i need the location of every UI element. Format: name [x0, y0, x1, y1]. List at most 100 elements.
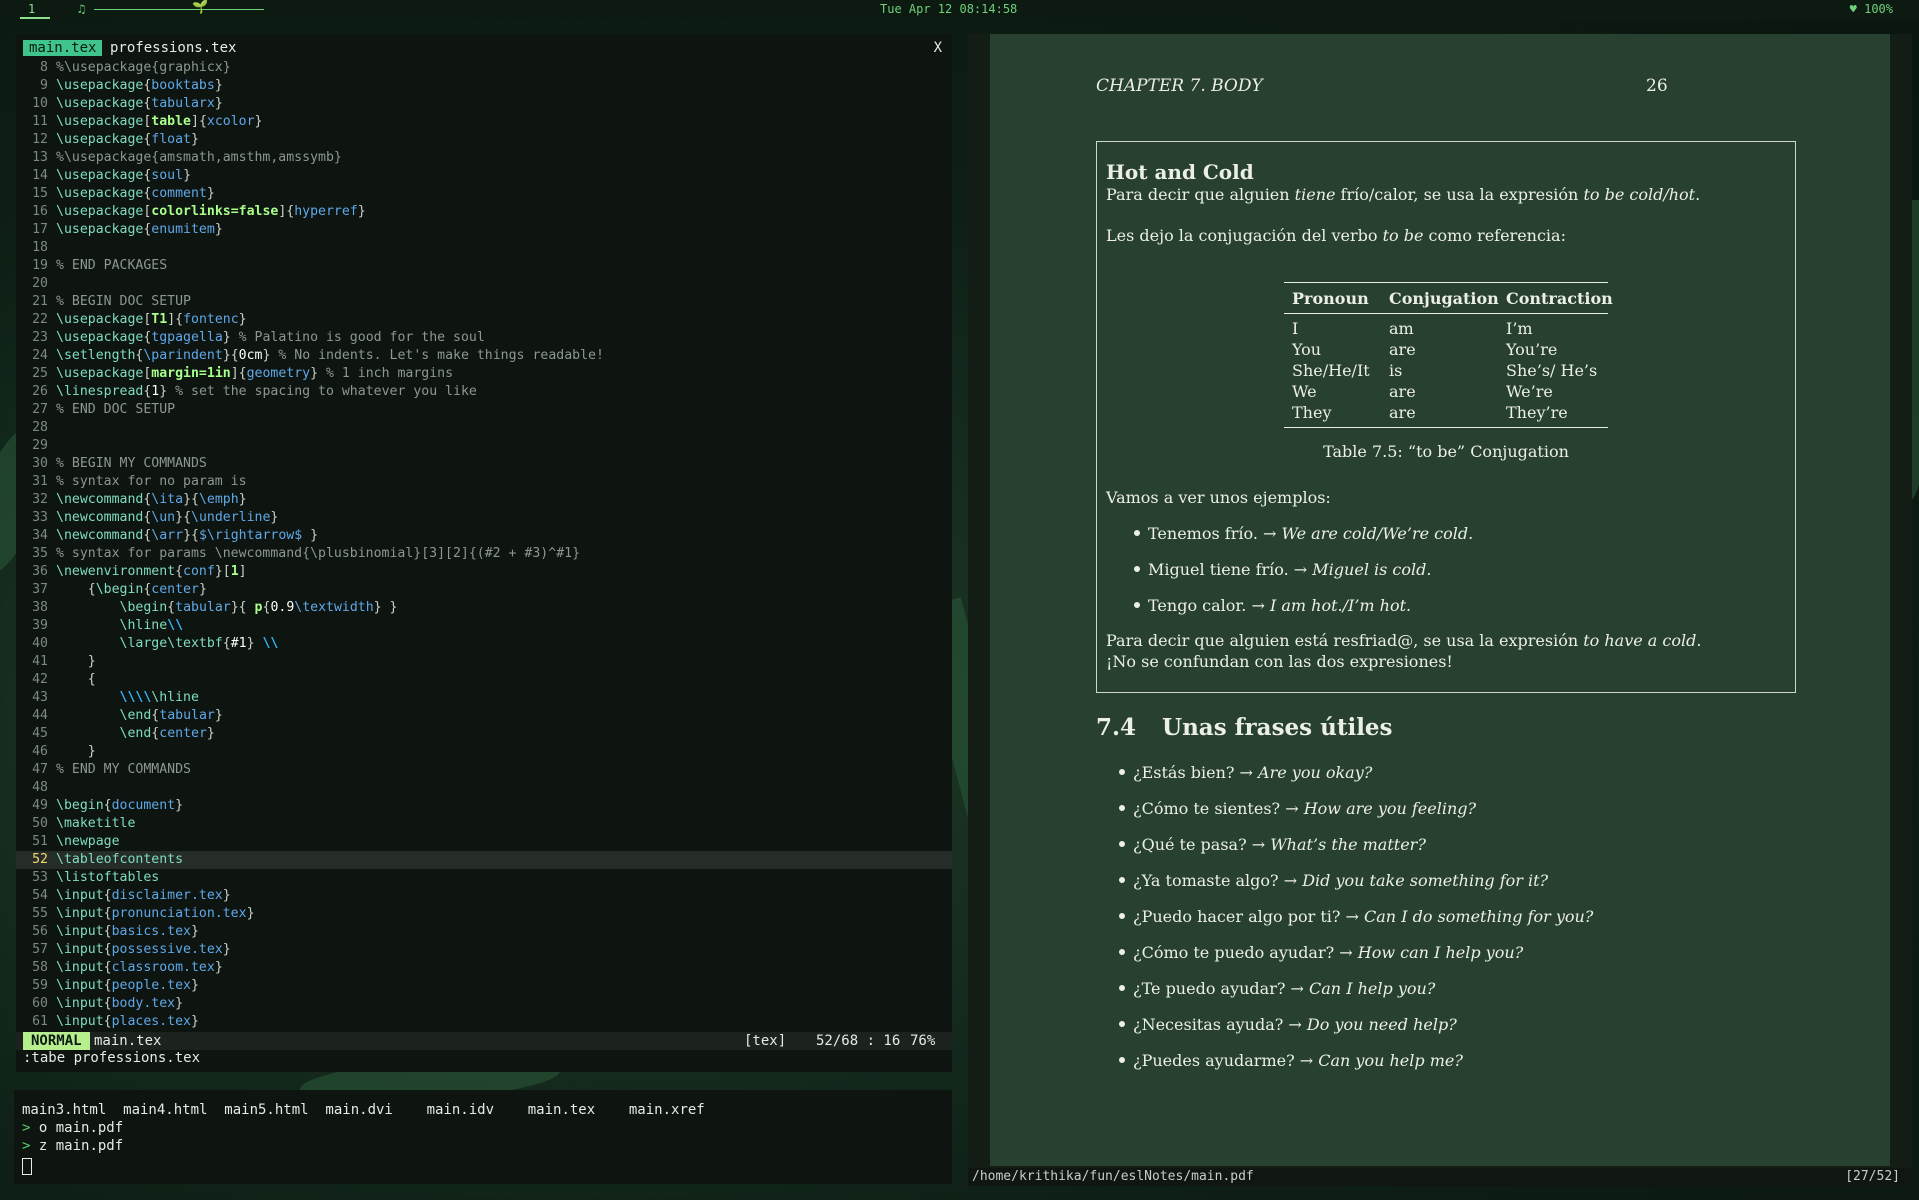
line-number: 48: [32, 780, 48, 795]
table-row: Iam I’m: [1284, 318, 1608, 339]
vim-editor-window[interactable]: main.tex professions.tex X 8 %\usepackage…: [16, 34, 952, 1072]
bullet-icon: [1119, 985, 1125, 991]
code-line[interactable]: 24 \setlength{\parindent}{0cm} % No inden…: [16, 347, 952, 365]
terminal-cursor[interactable]: [22, 1158, 32, 1175]
line-number: 41: [32, 654, 48, 669]
pdf-page[interactable]: CHAPTER 7. BODY 26 Hot and Cold Para dec…: [990, 34, 1890, 1166]
code-line[interactable]: 50 \maketitle: [16, 815, 952, 833]
list-item: ¿Necesitas ayuda? → Do you need help?: [1119, 1015, 1457, 1034]
code-line[interactable]: 54 \input{disclaimer.tex}: [16, 887, 952, 905]
table-cell: is: [1389, 361, 1403, 380]
code-line[interactable]: 15 \usepackage{comment}: [16, 185, 952, 203]
code-line[interactable]: 40 \large\textbf{#1} \\: [16, 635, 952, 653]
close-tab-button[interactable]: X: [934, 40, 942, 56]
code-line[interactable]: 30% BEGIN MY COMMANDS: [16, 455, 952, 473]
code-line[interactable]: 10 \usepackage{tabularx}: [16, 95, 952, 113]
line-number: 38: [32, 600, 48, 615]
statusline-position: 52/68 : 16: [816, 1033, 901, 1049]
code-line[interactable]: 51 \newpage: [16, 833, 952, 851]
code-line[interactable]: 48: [16, 779, 952, 797]
terminal-window[interactable]: main3.html main4.html main5.html main.dv…: [14, 1090, 952, 1184]
code-line[interactable]: 39 \hline\\: [16, 617, 952, 635]
table-row: We are We’re: [1284, 381, 1608, 402]
tab-professions-tex[interactable]: professions.tex: [110, 40, 236, 56]
code-line[interactable]: 11 \usepackage[table]{xcolor}: [16, 113, 952, 131]
list-item: Tenemos frío. → We are cold/We’re cold.: [1134, 524, 1473, 543]
code-line[interactable]: 59 \input{people.tex}: [16, 977, 952, 995]
code-line[interactable]: 55 \input{pronunciation.tex}: [16, 905, 952, 923]
code-line[interactable]: 9 \usepackage{booktabs}: [16, 77, 952, 95]
code-line[interactable]: 52 \tableofcontents: [16, 851, 952, 869]
table-body: Iam I’m You are You’re She/He/It is She’s/ He’s…: [1284, 314, 1608, 427]
box-paragraph: Para decir que alguien tiene frío/calor,…: [1106, 185, 1701, 204]
code-line[interactable]: 18: [16, 239, 952, 257]
line-number: 47: [32, 762, 48, 777]
code-line[interactable]: 43 \\\\\hline: [16, 689, 952, 707]
code-buffer[interactable]: 8 %\usepackage{graphicx} 9 \usepackage{book…: [16, 59, 952, 1031]
code-line[interactable]: 13 %\usepackage{amsmath,amsthm,amssymb}: [16, 149, 952, 167]
code-line[interactable]: 46 }: [16, 743, 952, 761]
vim-statusline: NORMAL main.tex [tex] 52/68 : 16 76%: [16, 1032, 952, 1050]
code-line[interactable]: 57 \input{possessive.tex}: [16, 941, 952, 959]
code-line[interactable]: 20: [16, 275, 952, 293]
list-item: Tengo calor. → I am hot./I’m hot.: [1134, 596, 1411, 615]
command-text: z main.pdf: [38, 1138, 124, 1154]
code-line[interactable]: 32 \newcommand{\ita}{\emph}: [16, 491, 952, 509]
code-line[interactable]: 35% syntax for params \newcommand{\plusb…: [16, 545, 952, 563]
list-item: ¿Estás bien? → Are you okay?: [1119, 763, 1372, 782]
code-line[interactable]: 29: [16, 437, 952, 455]
code-line[interactable]: 25 \usepackage[margin=1in]{geometry} % 1 …: [16, 365, 952, 383]
pdf-viewer-window[interactable]: CHAPTER 7. BODY 26 Hot and Cold Para dec…: [968, 34, 1912, 1186]
code-line[interactable]: 31% syntax for no param is: [16, 473, 952, 491]
code-line[interactable]: 41 }: [16, 653, 952, 671]
code-line[interactable]: 38 \begin{tabular}{ p{0.9\textwidth} }: [16, 599, 952, 617]
box-title: Hot and Cold: [1106, 160, 1254, 184]
line-number: 14: [32, 168, 48, 183]
workspace-indicator[interactable]: 1: [28, 2, 35, 16]
code-line[interactable]: 17 \usepackage{enumitem}: [16, 221, 952, 239]
vim-command-line[interactable]: :tabe professions.tex: [23, 1050, 200, 1066]
tab-main-tex[interactable]: main.tex: [23, 40, 103, 56]
code-line[interactable]: 42 {: [16, 671, 952, 689]
line-number: 30: [32, 456, 48, 471]
code-line[interactable]: 8 %\usepackage{graphicx}: [16, 59, 952, 77]
code-line[interactable]: 53 \listoftables: [16, 869, 952, 887]
code-line[interactable]: 47% END MY COMMANDS: [16, 761, 952, 779]
code-line[interactable]: 37 {\begin{center}: [16, 581, 952, 599]
table-cell: are: [1389, 340, 1416, 359]
table-cell: They: [1292, 403, 1332, 422]
code-line[interactable]: 26 \linespread{1} % set the spacing to wh…: [16, 383, 952, 401]
code-line[interactable]: 33 \newcommand{\un}{\underline}: [16, 509, 952, 527]
table-cell: We’re: [1506, 382, 1553, 401]
code-line[interactable]: 28: [16, 419, 952, 437]
code-line[interactable]: 49 \begin{document}: [16, 797, 952, 815]
code-line[interactable]: 16 \usepackage[colorlinks=false]{hyperref…: [16, 203, 952, 221]
line-number: 61: [32, 1014, 48, 1029]
code-line[interactable]: 12 \usepackage{float}: [16, 131, 952, 149]
code-line[interactable]: 14 \usepackage{soul}: [16, 167, 952, 185]
line-number: 59: [32, 978, 48, 993]
statusline-filetype: [tex]: [744, 1033, 787, 1049]
code-line[interactable]: 44 \end{tabular}: [16, 707, 952, 725]
code-line[interactable]: 58 \input{classroom.tex}: [16, 959, 952, 977]
code-line[interactable]: 19% END PACKAGES: [16, 257, 952, 275]
code-line[interactable]: 36 \newenvironment{conf}[1]: [16, 563, 952, 581]
line-number: 17: [32, 222, 48, 237]
line-number: 40: [32, 636, 48, 651]
bullet-icon: [1134, 530, 1140, 536]
line-number: 8: [40, 60, 48, 75]
code-line[interactable]: 60 \input{body.tex}: [16, 995, 952, 1013]
code-line[interactable]: 56 \input{basics.tex}: [16, 923, 952, 941]
line-number: 23: [32, 330, 48, 345]
table-cell: am: [1389, 319, 1414, 338]
terminal-command-line: > o main.pdf: [22, 1120, 123, 1136]
code-line[interactable]: 21% BEGIN DOC SETUP: [16, 293, 952, 311]
code-line[interactable]: 27% END DOC SETUP: [16, 401, 952, 419]
code-line[interactable]: 61 \input{places.tex}: [16, 1013, 952, 1031]
music-progress-track: [94, 9, 264, 10]
code-line[interactable]: 45 \end{center}: [16, 725, 952, 743]
box-paragraph: Para decir que alguien está resfriad@, s…: [1106, 630, 1701, 672]
code-line[interactable]: 23 \usepackage{tgpagella} % Palatino is g…: [16, 329, 952, 347]
code-line[interactable]: 22 \usepackage[T1]{fontenc}: [16, 311, 952, 329]
code-line[interactable]: 34 \newcommand{\arr}{$\rightarrow$ }: [16, 527, 952, 545]
